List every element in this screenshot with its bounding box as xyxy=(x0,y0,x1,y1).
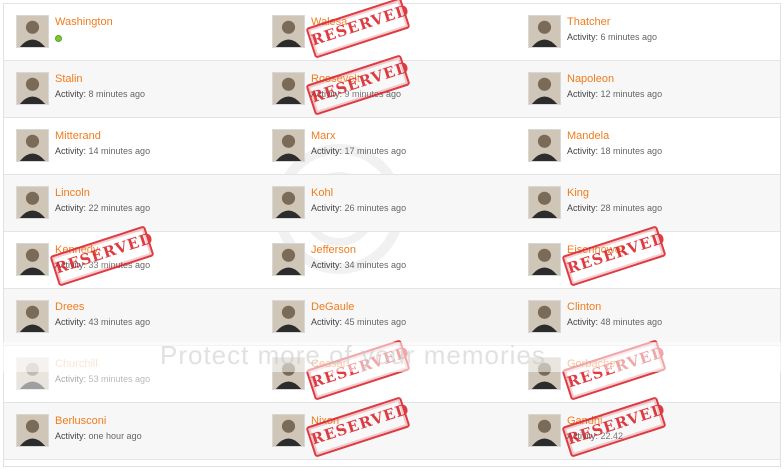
avatar[interactable] xyxy=(528,72,561,105)
member-name-link[interactable]: Mandela xyxy=(567,130,609,142)
avatar[interactable] xyxy=(528,300,561,333)
member-row: Mitterand Activity: 14 minutes ago Marx Act… xyxy=(4,118,780,175)
member-card[interactable]: Thatcher Activity: 6 minutes ago xyxy=(4,4,780,60)
member-row: Kennedy Activity: 33 minutes ago RESERVED J… xyxy=(4,225,780,289)
activity-label: Activity: xyxy=(567,146,599,156)
member-card[interactable]: Eisenhower RESERVED xyxy=(4,225,780,288)
member-card[interactable]: King Activity: 28 minutes ago xyxy=(4,175,780,231)
member-name-link[interactable]: Thatcher xyxy=(567,16,610,28)
last-activity: Activity: 12 minutes ago xyxy=(567,89,662,99)
member-row: Lincoln Activity: 22 minutes ago Kohl Activ… xyxy=(4,175,780,232)
last-activity: Activity: 48 minutes ago xyxy=(567,317,662,327)
member-card[interactable]: Gandhi Activity: 22.42 RESERVED xyxy=(4,396,780,459)
member-card[interactable]: Clinton Activity: 48 minutes ago xyxy=(4,289,780,345)
member-row: Washington Walesa RESERVED Thatcher Activity… xyxy=(4,0,780,61)
avatar[interactable] xyxy=(528,414,561,447)
watermark-text: Protect more of your memories xyxy=(160,340,546,370)
activity-label: Activity: xyxy=(567,89,599,99)
member-row: Berlusconi Activity: one hour ago Nixon RES… xyxy=(4,396,780,460)
activity-label: Activity: xyxy=(567,431,599,441)
avatar[interactable] xyxy=(528,186,561,219)
member-row: Drees Activity: 43 minutes ago DeGaule Acti… xyxy=(4,289,780,346)
activity-value: 6 minutes ago xyxy=(600,32,658,42)
member-name-link[interactable]: Gandhi xyxy=(567,415,602,427)
activity-value: 22.42 xyxy=(600,431,624,441)
member-name-link[interactable]: King xyxy=(567,187,589,199)
activity-value: 48 minutes ago xyxy=(600,317,663,327)
member-card[interactable]: Napoleon Activity: 12 minutes ago xyxy=(4,61,780,117)
activity-value: 18 minutes ago xyxy=(600,146,663,156)
avatar[interactable] xyxy=(528,15,561,48)
activity-value: 12 minutes ago xyxy=(600,89,663,99)
member-card[interactable]: Mandela Activity: 18 minutes ago xyxy=(4,118,780,174)
reserved-stamp: RESERVED xyxy=(561,396,668,458)
last-activity: Activity: 28 minutes ago xyxy=(567,203,662,213)
last-activity: Activity: 22.42 xyxy=(567,431,623,441)
avatar[interactable] xyxy=(528,129,561,162)
member-name-link[interactable]: Clinton xyxy=(567,301,601,313)
activity-label: Activity: xyxy=(567,32,599,42)
avatar[interactable] xyxy=(528,243,561,276)
last-activity: Activity: 18 minutes ago xyxy=(567,146,662,156)
activity-label: Activity: xyxy=(567,317,599,327)
reserved-stamp: RESERVED xyxy=(561,225,668,287)
member-row: Stalin Activity: 8 minutes ago Roosevelt Ac… xyxy=(4,54,780,118)
member-name-link[interactable]: Napoleon xyxy=(567,73,614,85)
activity-value: 28 minutes ago xyxy=(600,203,663,213)
activity-label: Activity: xyxy=(567,203,599,213)
last-activity: Activity: 6 minutes ago xyxy=(567,32,657,42)
member-grid: Washington Walesa RESERVED Thatcher Activity… xyxy=(3,0,781,467)
member-name-link[interactable]: Eisenhower xyxy=(567,244,624,256)
